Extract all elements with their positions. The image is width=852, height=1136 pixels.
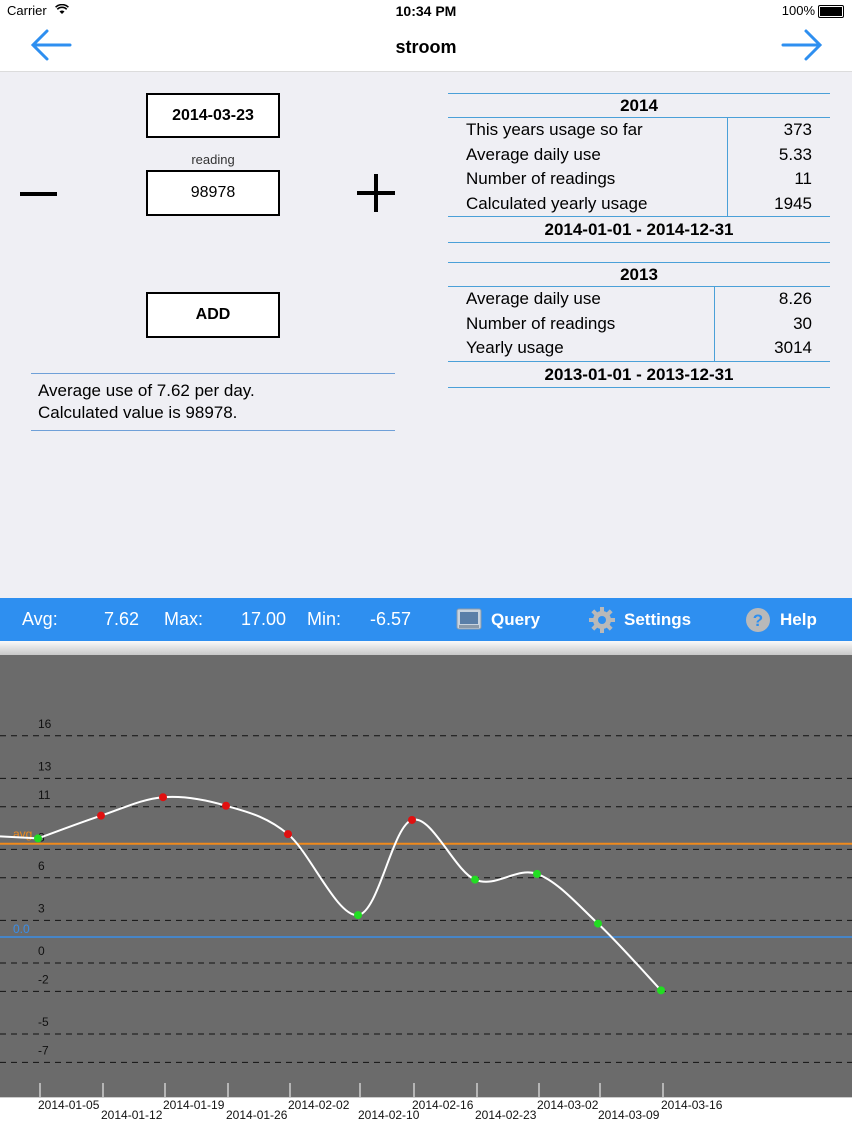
row-label: Average daily use (466, 289, 601, 308)
data-point (159, 793, 167, 802)
x-tick-label: 2014-02-23 (475, 1108, 537, 1122)
row-value: 11 (794, 169, 812, 188)
table-row: Calculated yearly usage 1945 (448, 192, 830, 217)
min-value: -6.57 (370, 609, 412, 629)
year-2014-table: 2014 This years usage so far 373 Average… (448, 93, 830, 243)
chart-x-axis: 2014-01-052014-01-122014-01-192014-01-26… (0, 1097, 852, 1136)
series-line (0, 795, 662, 992)
row-label: Number of readings (466, 313, 616, 333)
table-row: This years usage so far 373 (448, 118, 830, 143)
y-tick-label: -2 (38, 972, 49, 986)
row-value: 5.33 (778, 144, 812, 164)
y-tick-label: 16 (38, 717, 52, 731)
x-tick-label: 2014-03-09 (598, 1108, 660, 1122)
query-label: Query (491, 610, 541, 629)
y-tick-label: 13 (38, 759, 52, 773)
x-tick-label: 2014-03-16 (661, 1098, 723, 1112)
y-tick-label: 11 (38, 788, 51, 802)
reading-input[interactable]: 98978 (146, 170, 280, 216)
y-tick-label: -5 (38, 1015, 49, 1029)
max-value: 17.00 (241, 609, 287, 629)
x-tick-label: 2014-01-19 (163, 1098, 225, 1112)
table-row: Average daily use 8.26 (448, 287, 830, 312)
row-label: Average daily use (466, 144, 601, 164)
arrow-right-icon[interactable] (779, 27, 825, 63)
y-tick-label: -7 (38, 1043, 49, 1057)
avg-value: 7.62 (104, 609, 140, 629)
year-2014-range: 2014-01-01 - 2014-12-31 (448, 216, 830, 243)
data-point (657, 986, 665, 995)
info-average: Average use of 7.62 per day. (38, 381, 255, 400)
gear-icon (589, 607, 615, 633)
settings-label: Settings (624, 610, 692, 629)
x-tick-label: 2014-01-12 (101, 1108, 163, 1122)
year-2013-range: 2013-01-01 - 2013-12-31 (448, 360, 830, 388)
y-tick-label: 0 (38, 944, 45, 958)
increment-button-vertical[interactable] (374, 174, 378, 212)
table-row: Average daily use 5.33 (448, 143, 830, 168)
navigation-bar: stroom (0, 22, 852, 72)
query-button[interactable]: Query (456, 605, 556, 635)
year-2013-table: 2013 Average daily use 8.26 Number of re… (448, 262, 830, 388)
year-2013-title: 2013 (448, 263, 830, 287)
svg-text:?: ? (753, 611, 763, 630)
column-divider (727, 118, 728, 216)
column-divider (714, 287, 715, 361)
status-bar: Carrier 10:34 PM 100% (0, 0, 852, 22)
decrement-button[interactable] (20, 192, 57, 196)
y-tick-label: 3 (38, 901, 45, 915)
date-field[interactable]: 2014-03-23 (146, 93, 280, 138)
avg-label: Avg: (22, 609, 58, 629)
query-icon (456, 608, 482, 630)
page-title: stroom (395, 37, 457, 57)
x-tick-label: 2014-02-02 (288, 1098, 350, 1112)
row-value: 373 (783, 120, 812, 139)
table-row: Number of readings 11 (448, 167, 830, 192)
data-point (284, 830, 292, 839)
data-point (594, 919, 602, 928)
y-tick-label: 6 (38, 859, 45, 873)
info-panel: Average use of 7.62 per day. Calculated … (31, 373, 395, 431)
year-2014-title: 2014 (448, 94, 830, 118)
x-tick-label: 2014-02-10 (358, 1108, 420, 1122)
stats-toolbar: Avg: 7.62 Max: 17.00 Min: -6.57 Query Se… (0, 598, 852, 641)
data-point (354, 911, 362, 920)
row-value: 8.26 (778, 289, 812, 308)
x-tick-label: 2014-02-16 (412, 1098, 474, 1112)
chart-header-bar (0, 641, 852, 655)
data-point (97, 811, 105, 820)
row-label: Yearly usage (466, 338, 564, 357)
settings-button[interactable]: Settings (588, 605, 698, 635)
row-value: 3014 (774, 338, 812, 357)
add-button[interactable]: ADD (146, 292, 280, 338)
help-button[interactable]: ? Help (745, 605, 835, 635)
data-point (34, 834, 42, 843)
row-label: Number of readings (466, 169, 616, 188)
help-label: Help (780, 610, 817, 629)
row-label: This years usage so far (466, 120, 643, 139)
row-value: 30 (793, 313, 812, 333)
max-label: Max: (164, 609, 204, 629)
table-row: Yearly usage 3014 (448, 336, 830, 361)
x-tick-label: 2014-03-02 (537, 1098, 599, 1112)
clock: 10:34 PM (395, 3, 457, 19)
zero-line-label: 0.0 (13, 922, 30, 936)
x-tick-label: 2014-01-05 (38, 1098, 100, 1112)
table-row: Number of readings 30 (448, 312, 830, 337)
info-calculated: Calculated value is 98978. (38, 403, 238, 422)
row-label: Calculated yearly usage (466, 193, 648, 213)
battery-icon (818, 5, 844, 18)
row-value: 1945 (774, 193, 812, 213)
reading-label: reading (191, 152, 235, 167)
data-point (471, 875, 479, 884)
x-tick-label: 2014-01-26 (226, 1108, 288, 1122)
data-point (222, 801, 230, 810)
data-point (533, 869, 541, 878)
battery-percent: 100% (781, 3, 815, 18)
min-label: Min: (307, 609, 342, 629)
help-icon: ? (746, 608, 770, 632)
usage-chart[interactable]: 1613118630-2-5-70.0avg (0, 655, 852, 1097)
data-point (408, 815, 416, 824)
